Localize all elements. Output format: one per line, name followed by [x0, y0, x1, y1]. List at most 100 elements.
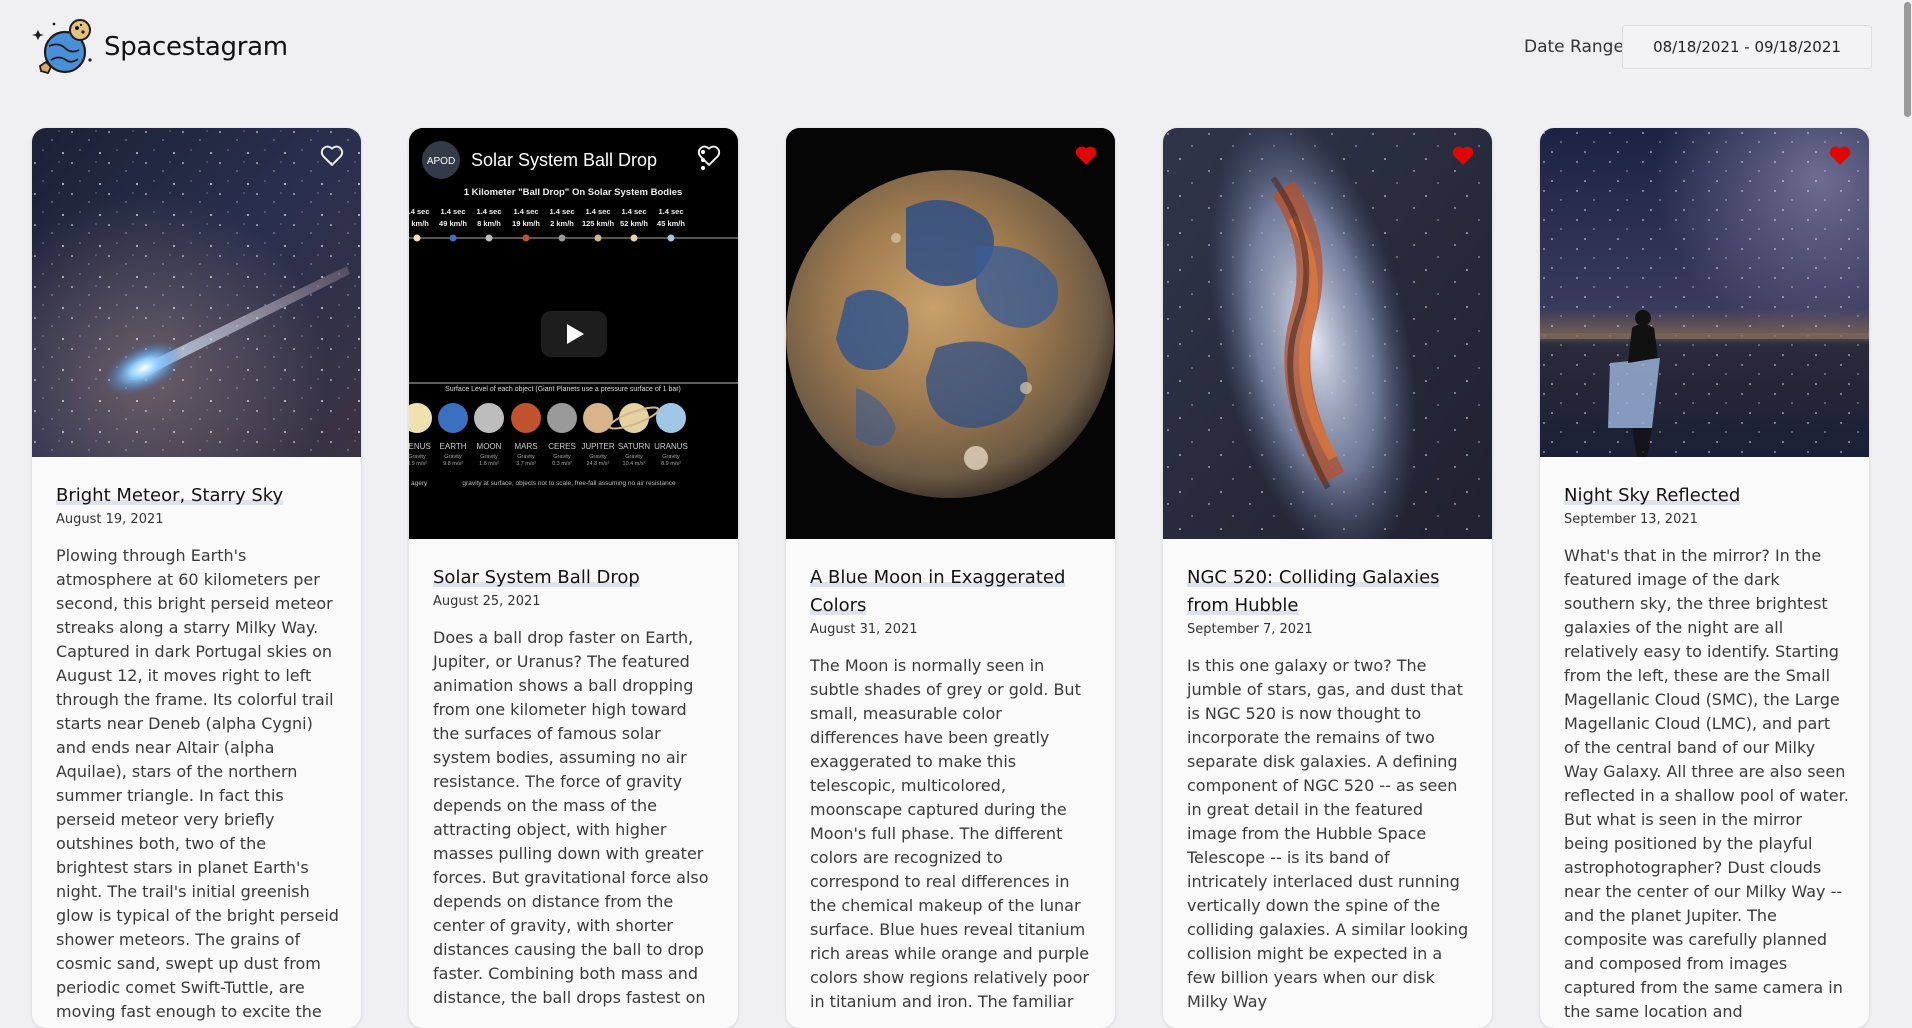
planet-name-label: EARTH	[440, 442, 467, 451]
planet-body	[511, 403, 541, 433]
gravity-label: Gravity	[625, 454, 643, 460]
app-title: Spacestagram	[104, 32, 288, 62]
impact-speed-label: 2 km/h	[550, 219, 574, 228]
planet-body	[438, 403, 468, 433]
planet-name-label: MARS	[514, 442, 537, 451]
fall-time-label: 1.4 sec	[409, 207, 430, 216]
planet-name-label: URANUS	[654, 442, 688, 451]
falling-ball	[558, 234, 566, 242]
liked-heart-icon[interactable]	[1450, 144, 1476, 167]
impact-speed-label: 49 km/h	[439, 219, 467, 228]
post-body: Night Sky Reflected September 13, 2021 W…	[1564, 482, 1849, 1024]
video-title[interactable]: Solar System Ball Drop	[471, 150, 657, 170]
gravity-label: Gravity	[662, 454, 680, 460]
post-card: Bright Meteor, Starry Sky August 19, 202…	[32, 128, 361, 1028]
post-title[interactable]: A Blue Moon in Exaggerated Colors	[810, 564, 1095, 620]
post-video-embed[interactable]: APOD Solar System Ball Drop 1 Kilometer …	[409, 128, 738, 539]
play-button[interactable]	[541, 311, 607, 357]
fall-time-label: 1.4 sec	[476, 207, 501, 216]
planet-body	[474, 403, 504, 433]
post-card: NGC 520: Colliding Galaxies from Hubble …	[1163, 128, 1492, 1028]
post-date: September 7, 2021	[1187, 622, 1313, 637]
post-image-moon	[786, 128, 1115, 539]
post-date: August 31, 2021	[810, 622, 918, 637]
video-footnote-left: agery	[411, 480, 428, 487]
post-date: August 25, 2021	[433, 594, 541, 609]
gravity-value: 8.9 m/s²	[409, 461, 427, 467]
post-card: A Blue Moon in Exaggerated Colors August…	[786, 128, 1115, 1028]
gravity-label: Gravity	[553, 454, 571, 460]
date-range-input[interactable]: 08/18/2021 - 09/18/2021	[1622, 25, 1872, 69]
scrollbar-thumb[interactable]	[1904, 2, 1911, 117]
gravity-label: Gravity	[517, 454, 535, 460]
falling-ball	[630, 234, 638, 242]
post-card: Night Sky Reflected September 13, 2021 W…	[1540, 128, 1869, 1028]
post-date: August 19, 2021	[56, 512, 164, 527]
post-title[interactable]: Solar System Ball Drop	[433, 564, 718, 592]
planet-name-label: SATURN	[618, 442, 651, 451]
post-image-reflection	[1540, 128, 1869, 457]
gravity-value: 3.7 m/s²	[516, 461, 536, 467]
post-description: Does a ball drop faster on Earth, Jupite…	[433, 628, 709, 1007]
gravity-value: 9.8 m/s²	[443, 461, 463, 467]
liked-heart-icon[interactable]	[1827, 144, 1853, 167]
post-description: Is this one galaxy or two? The jumble of…	[1187, 656, 1469, 1011]
gravity-value: 8.9 m/s²	[661, 461, 681, 467]
post-title[interactable]: NGC 520: Colliding Galaxies from Hubble	[1187, 564, 1472, 620]
page-scrollbar[interactable]	[1903, 0, 1912, 969]
post-card: APOD Solar System Ball Drop 1 Kilometer …	[409, 128, 738, 1028]
post-description: What's that in the mirror? In the featur…	[1564, 546, 1849, 1021]
post-title[interactable]: Bright Meteor, Starry Sky	[56, 482, 341, 510]
planet-name-label: CERES	[548, 442, 576, 451]
gravity-value: 1.6 m/s²	[479, 461, 499, 467]
post-image-meteor	[32, 128, 361, 457]
planet-body	[656, 403, 686, 433]
gravity-value: 10.4 m/s²	[623, 461, 646, 467]
gravity-label: Gravity	[480, 454, 498, 460]
post-description: The Moon is normally seen in subtle shad…	[810, 656, 1090, 1011]
fall-time-label: 1.4 sec	[549, 207, 574, 216]
falling-ball	[522, 234, 530, 242]
video-surface-caption: Surface Level of each object (Giant Plan…	[445, 386, 681, 393]
post-body: A Blue Moon in Exaggerated Colors August…	[810, 564, 1095, 1014]
planet-name-label: JUPITER	[581, 442, 615, 451]
impact-speed-label: 19 km/h	[512, 219, 540, 228]
gravity-value: 0.3 m/s²	[552, 461, 572, 467]
planet-body	[547, 403, 577, 433]
post-body: NGC 520: Colliding Galaxies from Hubble …	[1187, 564, 1472, 1014]
gravity-label: Gravity	[444, 454, 462, 460]
impact-speed-label: 5 km/h	[409, 219, 429, 228]
planet-body	[583, 403, 613, 433]
like-heart-icon[interactable]	[696, 144, 722, 167]
falling-ball	[667, 234, 675, 242]
gravity-label: Gravity	[409, 454, 426, 460]
fall-time-label: 1.4 sec	[658, 207, 683, 216]
impact-speed-label: 52 km/h	[620, 219, 648, 228]
channel-badge: APOD	[427, 156, 455, 167]
planet-name-label: MOON	[477, 442, 502, 451]
post-body: Bright Meteor, Starry Sky August 19, 202…	[56, 482, 341, 1028]
post-date: September 13, 2021	[1564, 512, 1698, 527]
video-heading: 1 Kilometer "Ball Drop" On Solar System …	[464, 187, 683, 198]
fall-time-label: 1.4 sec	[621, 207, 646, 216]
video-footnote: gravity at surface, objects not to scale…	[462, 480, 676, 487]
falling-ball	[594, 234, 602, 242]
gravity-value: 24.8 m/s²	[587, 461, 610, 467]
planet-logo-icon	[32, 19, 92, 75]
falling-ball	[485, 234, 493, 242]
post-image-galaxy	[1163, 128, 1492, 539]
impact-speed-label: 125 km/h	[582, 219, 615, 228]
fall-time-label: 1.4 sec	[585, 207, 610, 216]
liked-heart-icon[interactable]	[1073, 144, 1099, 167]
planet-name-label: VENUS	[409, 442, 431, 451]
impact-speed-label: 45 km/h	[657, 219, 685, 228]
post-description: Plowing through Earth's atmosphere at 60…	[56, 546, 339, 1028]
like-heart-icon[interactable]	[319, 144, 345, 167]
gravity-label: Gravity	[589, 454, 607, 460]
fall-time-label: 1.4 sec	[513, 207, 538, 216]
date-range-label: Date Range	[1524, 37, 1624, 57]
falling-ball	[449, 234, 457, 242]
planet-body	[619, 403, 649, 433]
falling-ball	[413, 234, 421, 242]
post-title[interactable]: Night Sky Reflected	[1564, 482, 1849, 510]
